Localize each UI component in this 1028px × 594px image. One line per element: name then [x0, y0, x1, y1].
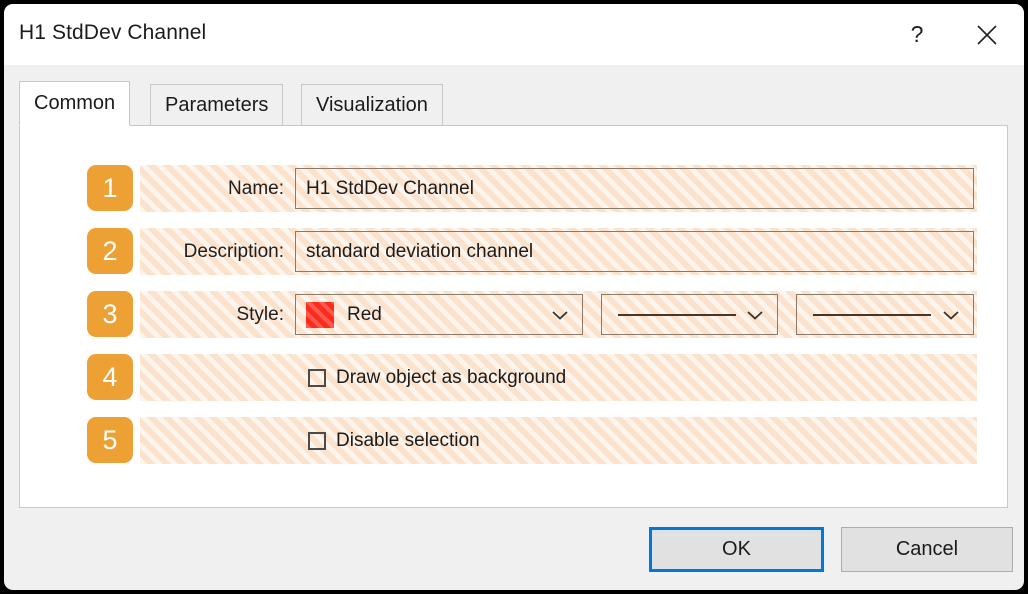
common-tab-panel: 1 2 3 4 5 Name: H1 StdDev Channel Descri…: [19, 125, 1008, 508]
chevron-down-icon: [552, 310, 568, 320]
name-input[interactable]: H1 StdDev Channel: [295, 168, 974, 209]
style-label: Style:: [236, 303, 284, 325]
chevron-down-icon: [747, 310, 763, 320]
row-description: Description: standard deviation channel: [140, 228, 977, 275]
cancel-button[interactable]: Cancel: [841, 527, 1013, 572]
disable-selection-label: Disable selection: [336, 429, 480, 451]
step-badge-5: 5: [87, 417, 133, 463]
row-draw-as-background: Draw object as background: [140, 354, 977, 401]
color-select-value: Red: [347, 303, 382, 325]
step-badge-4: 4: [87, 354, 133, 400]
close-button[interactable]: [956, 4, 1018, 65]
line-width-select[interactable]: [600, 294, 779, 335]
line-style-sample-icon: [813, 313, 932, 316]
ok-button[interactable]: OK: [649, 527, 824, 572]
tab-common[interactable]: Common: [19, 81, 131, 126]
line-width-sample-icon: [617, 313, 736, 316]
description-input[interactable]: standard deviation channel: [295, 231, 974, 272]
row-name: Name: H1 StdDev Channel: [140, 165, 977, 212]
step-badge-3: 3: [87, 291, 133, 337]
title-bar: H1 StdDev Channel ?: [4, 4, 1024, 65]
disable-selection-checkbox-group[interactable]: Disable selection: [308, 430, 480, 452]
tab-strip: Common Parameters Visualization: [19, 81, 1008, 126]
draw-as-background-label: Draw object as background: [336, 366, 567, 388]
color-select[interactable]: Red: [295, 294, 583, 335]
question-mark-icon: ?: [910, 21, 924, 47]
step-badge-2: 2: [87, 228, 133, 274]
help-button[interactable]: ?: [886, 4, 948, 65]
color-swatch-icon: [306, 301, 334, 328]
draw-as-background-checkbox[interactable]: [308, 368, 326, 387]
row-style: Style: Red: [140, 291, 977, 338]
line-style-select[interactable]: [796, 294, 974, 335]
dialog-window: H1 StdDev Channel ? Common Parameters Vi…: [4, 4, 1024, 590]
draw-as-background-checkbox-group[interactable]: Draw object as background: [308, 367, 566, 389]
chevron-down-icon: [943, 310, 959, 320]
disable-selection-checkbox[interactable]: [308, 431, 326, 450]
close-icon: [977, 24, 997, 45]
row-disable-selection: Disable selection: [140, 417, 977, 464]
name-label: Name:: [228, 177, 284, 199]
tab-parameters[interactable]: Parameters: [150, 84, 284, 126]
dialog-title: H1 StdDev Channel: [19, 21, 207, 44]
tab-visualization[interactable]: Visualization: [301, 84, 443, 126]
step-badge-1: 1: [87, 165, 133, 211]
description-label: Description:: [183, 240, 284, 262]
